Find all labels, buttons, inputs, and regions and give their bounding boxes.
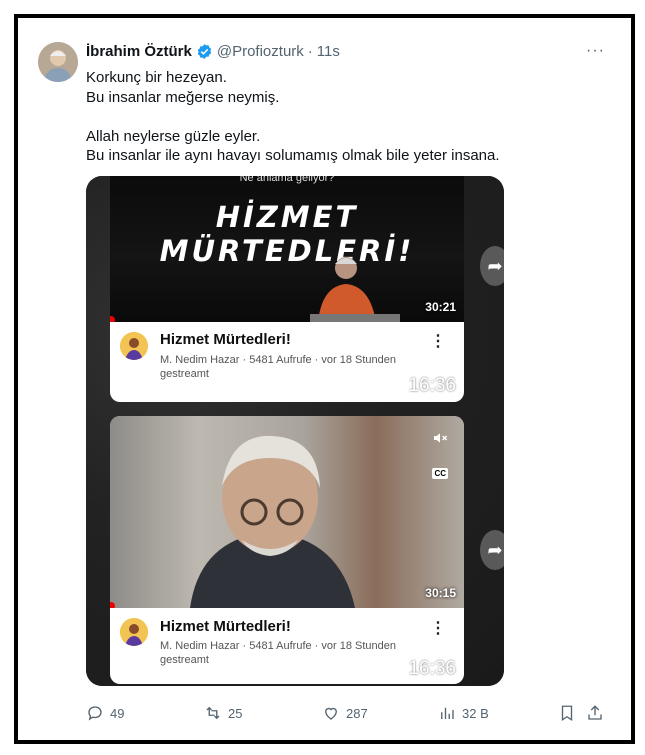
channel-avatar[interactable] <box>120 618 148 646</box>
tweet-media-image[interactable]: Ne anlama geliyor? HİZMET MÜRTEDLERİ! 30… <box>86 176 504 686</box>
video-meta: M. Nedim Hazar · 5481 Aufrufe · vor 18 S… <box>160 354 397 380</box>
forward-share-icon[interactable]: ➦ <box>480 530 504 570</box>
heart-icon <box>325 707 337 720</box>
youtube-card: Ne anlama geliyor? HİZMET MÜRTEDLERİ! 30… <box>110 176 464 402</box>
mute-icon[interactable] <box>432 430 448 451</box>
video-info-row: Hizmet Mürtedleri! ⋮ M. Nedim Hazar · 54… <box>110 322 464 402</box>
overlay-time: 16:36 <box>408 375 456 396</box>
views-chart-icon <box>441 707 454 719</box>
tweet-text-line <box>86 107 606 127</box>
author-handle[interactable]: @Profiozturk <box>217 43 304 60</box>
verified-badge-icon <box>196 43 213 60</box>
author-name[interactable]: İbrahim Öztürk <box>86 43 192 60</box>
reply-icon <box>88 706 102 721</box>
retweet-button[interactable]: 25 <box>204 704 242 722</box>
retweet-count: 25 <box>228 705 243 721</box>
tweet-text-line: Bu insanlar ile aynı havayı solumamış ol… <box>86 147 500 164</box>
overlay-time: 16:36 <box>408 658 456 679</box>
presenter-figure <box>310 257 400 322</box>
reply-count: 49 <box>110 705 125 721</box>
video-thumbnail: Ne anlama geliyor? HİZMET MÜRTEDLERİ! 30… <box>110 176 464 322</box>
forward-share-icon[interactable]: ➦ <box>480 246 504 286</box>
tweet-actions: 49 25 287 32 B <box>86 704 606 724</box>
captions-icon[interactable]: CC <box>432 468 448 479</box>
video-menu-icon: ⋮ <box>430 620 446 637</box>
reply-button[interactable]: 49 <box>86 704 124 722</box>
tweet-time[interactable]: 11s <box>317 43 340 60</box>
header-separator: · <box>307 43 313 60</box>
video-meta: M. Nedim Hazar · 5481 Aufrufe · vor 18 S… <box>160 640 397 666</box>
more-options-button[interactable]: ··· <box>586 42 605 60</box>
author-avatar[interactable] <box>38 42 78 82</box>
bookmark-icon <box>561 705 573 722</box>
video-duration: 30:21 <box>425 300 456 314</box>
view-count: 32 B <box>462 705 489 721</box>
youtube-card: CC 30:15 Hizmet Mürtedleri! ⋮ M. Nedim H… <box>110 416 464 684</box>
tweet-text: Korkunç bir hezeyan. Bu insanlar meğerse… <box>86 68 606 166</box>
video-menu-icon: ⋮ <box>430 333 446 350</box>
video-duration: 30:15 <box>425 586 456 600</box>
thumbnail-title: HİZMET MÜRTEDLERİ! <box>159 200 415 268</box>
video-title: Hizmet Mürtedleri! <box>160 618 291 635</box>
video-title: Hizmet Mürtedleri! <box>160 331 291 348</box>
views-button[interactable]: 32 B <box>438 704 489 722</box>
tweet-text-line: Korkunç bir hezeyan. <box>86 69 227 86</box>
bookmark-button[interactable] <box>558 704 576 722</box>
thumbnail-subtitle: Ne anlama geliyor? <box>239 176 335 184</box>
like-count: 287 <box>346 705 368 721</box>
tweet-header: İbrahim Öztürk @Profiozturk · 11s <box>86 43 340 60</box>
share-icon <box>588 705 602 720</box>
channel-avatar[interactable] <box>120 332 148 360</box>
tweet-text-line: Allah neylerse güzle eyler. <box>86 127 261 145</box>
tweet-text-line: Bu insanlar meğerse neymiş. <box>86 88 280 106</box>
share-button[interactable] <box>586 704 604 722</box>
video-info-row: Hizmet Mürtedleri! ⋮ M. Nedim Hazar · 54… <box>110 608 464 684</box>
retweet-icon <box>206 706 220 720</box>
like-button[interactable]: 287 <box>322 704 368 722</box>
presenter-figure <box>190 435 355 608</box>
tweet-container: İbrahim Öztürk @Profiozturk · 11s ··· Ko… <box>14 14 635 744</box>
video-thumbnail: CC 30:15 <box>110 416 464 608</box>
